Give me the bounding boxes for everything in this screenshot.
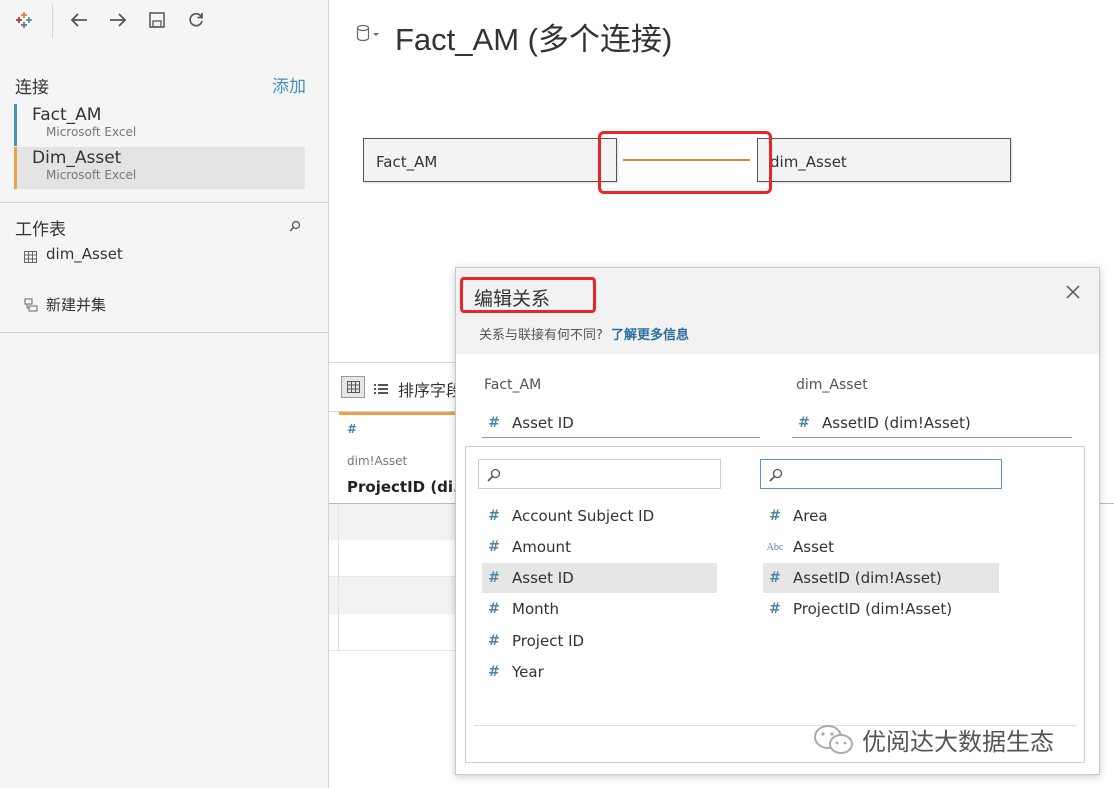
back-arrow-icon[interactable] [67,8,91,32]
field-label: AssetID (dim!Asset) [793,569,942,587]
number-icon: # [488,664,500,680]
wechat-icon [812,723,856,757]
right-field-item-selected[interactable]: # AssetID (dim!Asset) [763,563,999,593]
connection-item-dim-asset[interactable]: Dim_Asset Microsoft Excel [14,147,305,189]
search-icon [487,467,501,486]
new-union-label: 新建并集 [46,295,107,314]
left-table-header: Fact_AM [484,377,542,393]
field-label: Amount [512,538,571,556]
datasource-title[interactable]: Fact_AM (多个连接) [395,14,672,59]
field-label: ProjectID (dim!Asset) [793,600,953,618]
number-icon: # [488,570,500,586]
connection-name: Dim_Asset [32,148,122,168]
dialog-subtitle-text: 关系与联接有何不同? [479,328,603,343]
number-icon: # [488,539,500,555]
toolbar-divider [52,4,53,38]
column-header[interactable]: # dim!Asset ProjectID (di... [339,412,470,503]
sheet-item-dim-asset[interactable]: dim_Asset [24,244,123,264]
divider [0,332,328,333]
column-source: dim!Asset [347,454,408,468]
left-field-item-selected[interactable]: # Asset ID [482,563,717,593]
column-type-icon[interactable]: # [347,422,357,436]
left-panel: 连接 添加 Fact_AM Microsoft Excel Dim_Asset … [0,0,329,788]
watermark-text: 优阅达大数据生态 [862,728,1054,756]
table-grid-icon [24,248,38,263]
grid-gap [1100,362,1114,412]
right-field-item[interactable]: # ProjectID (dim!Asset) [763,594,999,624]
left-field-item[interactable]: # Account Subject ID [482,501,717,531]
connection-type: Microsoft Excel [46,125,137,139]
watermark: 优阅达大数据生态 [812,722,1054,757]
field-label: Project ID [512,632,585,650]
dialog-subtitle: 关系与联接有何不同? 了解更多信息 [479,324,689,343]
string-icon: Abc [766,541,784,553]
connection-item-fact-am[interactable]: Fact_AM Microsoft Excel [14,104,305,146]
worksheets-title: 工作表 [15,220,66,240]
save-icon[interactable] [145,8,169,32]
field-label: Month [512,600,560,618]
grid-row [329,614,455,651]
add-connection-link[interactable]: 添加 [272,72,306,97]
datasource-dropdown[interactable] [356,24,382,46]
left-field-item[interactable]: # Year [482,657,717,687]
number-icon: # [488,633,500,649]
number-icon: # [488,508,500,524]
table-name: Fact_AM [376,153,438,171]
right-field-item[interactable]: # Area [763,501,999,531]
sort-fields-label[interactable]: 排序字段 [398,377,455,401]
highlight-box-relationship [598,131,772,194]
right-search-input[interactable] [760,459,1002,489]
number-icon: # [488,414,500,431]
left-field-item[interactable]: # Month [482,594,717,624]
field-label: Asset ID [512,569,574,587]
number-icon: # [769,570,781,586]
left-field-selector[interactable]: # Asset ID [482,408,760,438]
left-field-selected: Asset ID [512,413,574,432]
search-icon [769,467,783,486]
edit-relationship-dialog: 编辑关系 关系与联接有何不同? 了解更多信息 Fact_AM dim_Asset… [455,267,1100,775]
number-icon: # [769,508,781,524]
field-label: Year [512,663,544,681]
connections-title: 连接 [15,78,49,98]
table-box-right[interactable]: dim_Asset [757,138,1011,182]
tableau-logo-icon[interactable] [12,8,36,32]
right-field-selected: AssetID (dim!Asset) [822,413,971,432]
close-icon[interactable] [1066,284,1084,302]
table-box-left[interactable]: Fact_AM [363,138,617,182]
number-icon: # [798,414,810,431]
grid-icon [346,378,360,397]
column-name: ProjectID (di... [347,478,471,496]
right-field-item[interactable]: Abc Asset [763,532,999,562]
forward-arrow-icon[interactable] [106,8,130,32]
highlight-box-dialog-title [460,277,596,313]
connection-name: Fact_AM [32,105,102,125]
grid-row [329,577,455,614]
table-name: dim_Asset [770,153,847,171]
grid-row [329,540,455,577]
grid-row [329,504,455,540]
divider [0,202,328,203]
right-field-selector[interactable]: # AssetID (dim!Asset) [792,408,1072,438]
number-icon: # [488,601,500,617]
left-field-item[interactable]: # Project ID [482,626,717,656]
field-label: Asset [793,538,835,556]
union-icon [24,297,38,312]
search-icon[interactable] [289,217,303,232]
grid-column-line [338,504,339,651]
learn-more-link[interactable]: 了解更多信息 [611,328,689,343]
list-view-icon[interactable] [374,380,388,394]
sheet-item-label: dim_Asset [46,245,123,263]
left-search-input[interactable] [478,459,721,489]
number-icon: # [769,601,781,617]
field-label: Area [793,507,828,525]
field-label: Account Subject ID [512,507,655,525]
refresh-icon[interactable] [184,8,208,32]
new-union-item[interactable]: 新建并集 [24,294,106,314]
grid-view-toggle[interactable] [341,376,365,398]
connection-type: Microsoft Excel [46,168,137,182]
right-table-header: dim_Asset [796,377,868,393]
field-picker-panel: # Account Subject ID # Amount # Asset ID… [465,446,1085,763]
left-field-item[interactable]: # Amount [482,532,717,562]
database-icon [356,24,382,48]
